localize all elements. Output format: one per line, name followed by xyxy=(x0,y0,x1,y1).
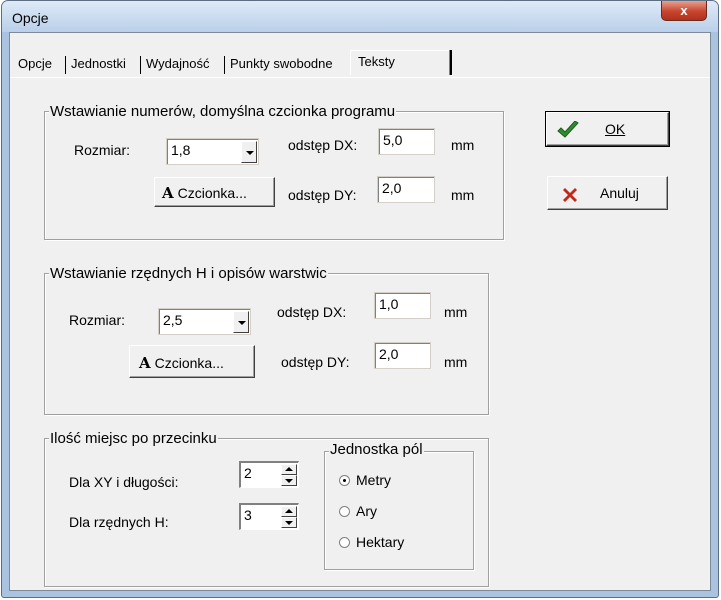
group-numbers: Wstawianie numerów, domyślna czcionka pr… xyxy=(44,103,504,240)
numbers-size-value: 1,8 xyxy=(171,142,191,158)
decimals-h-value: 3 xyxy=(244,507,252,523)
radio-ary[interactable]: Ary xyxy=(339,503,377,519)
tab-wydajnosc[interactable]: Wydajność xyxy=(142,53,213,75)
tab-opcje[interactable]: Opcje xyxy=(14,53,56,75)
cancel-button-label: Anuluj xyxy=(600,185,639,201)
radio-metry-label: Metry xyxy=(356,472,391,488)
close-icon: x xyxy=(680,3,688,18)
group-area-unit-legend: Jednostka pól xyxy=(329,441,424,458)
group-decimals: Ilość miejsc po przecinku Dla XY i długo… xyxy=(44,430,489,587)
radio-unchecked-icon[interactable] xyxy=(339,537,350,548)
group-elevations: Wstawianie rzędnych H i opisów warstwic … xyxy=(44,265,489,415)
numbers-font-button-label: Czcionka... xyxy=(177,185,247,201)
numbers-size-label: Rozmiar: xyxy=(74,142,131,158)
numbers-font-button[interactable]: A Czcionka... xyxy=(154,177,275,207)
group-elevations-legend: Wstawianie rzędnych H i opisów warstwic xyxy=(49,265,328,282)
decimals-xy-spinner[interactable]: 2 xyxy=(239,461,299,488)
numbers-dx-field[interactable]: 5,0 xyxy=(378,128,435,155)
close-button[interactable]: x xyxy=(661,1,707,21)
dialog-client-area: Opcje Jednostki Wydajność Punkty swobodn… xyxy=(9,32,711,591)
spinner-arrows xyxy=(281,464,297,486)
numbers-dy-label: odstęp DY: xyxy=(288,187,357,203)
elevations-font-button-label: Czcionka... xyxy=(154,355,224,371)
dialog-window: Opcje x Opcje Jednostki Wydajność Punkty… xyxy=(1,0,719,598)
decimals-xy-value: 2 xyxy=(244,465,252,481)
decimals-xy-label: Dla XY i długości: xyxy=(69,474,179,490)
spin-up-icon[interactable] xyxy=(281,506,297,517)
radio-hektary-label: Hektary xyxy=(356,534,405,550)
ok-button-label: OK xyxy=(605,121,626,137)
numbers-dx-label: odstęp DX: xyxy=(288,137,358,153)
cancel-button[interactable]: Anuluj xyxy=(547,176,668,210)
tab-page-border xyxy=(10,77,710,78)
elevations-dy-field[interactable]: 2,0 xyxy=(374,342,431,369)
radio-checked-icon[interactable] xyxy=(339,475,350,486)
x-icon xyxy=(563,188,577,202)
elevations-font-button[interactable]: A Czcionka... xyxy=(129,345,255,378)
spin-up-icon[interactable] xyxy=(281,464,297,475)
tab-separator xyxy=(224,56,225,74)
elevations-dy-label: odstęp DY: xyxy=(281,354,350,370)
ok-button[interactable]: OK xyxy=(545,111,670,147)
elevations-size-value: 2,5 xyxy=(163,312,183,328)
tab-punkty-swobodne[interactable]: Punkty swobodne xyxy=(226,53,337,75)
spinner-arrows xyxy=(281,506,297,528)
group-area-unit: Jednostka pól Metry Ary Hektary xyxy=(324,441,474,570)
tab-teksty[interactable]: Teksty xyxy=(354,51,399,73)
title-bar[interactable]: Opcje x xyxy=(2,1,718,32)
tab-active-edge xyxy=(350,50,351,75)
radio-unchecked-icon[interactable] xyxy=(339,506,350,517)
radio-ary-label: Ary xyxy=(356,503,377,519)
elevations-dx-unit: mm xyxy=(444,304,468,320)
tab-separator xyxy=(140,56,141,74)
elevations-dx-label: odstęp DX: xyxy=(277,304,347,320)
tab-jednostki[interactable]: Jednostki xyxy=(67,53,130,75)
decimals-h-label: Dla rzędnych H: xyxy=(69,514,169,530)
elevations-dx-field[interactable]: 1,0 xyxy=(374,292,431,319)
font-icon: A xyxy=(162,184,174,202)
font-icon: A xyxy=(139,354,151,372)
chevron-down-icon[interactable] xyxy=(241,141,257,163)
tab-separator xyxy=(65,56,66,74)
elevations-size-combo[interactable]: 2,5 xyxy=(158,308,251,335)
numbers-dy-field[interactable]: 2,0 xyxy=(377,176,435,203)
elevations-dy-unit: mm xyxy=(444,354,468,370)
chevron-down-icon[interactable] xyxy=(233,311,249,333)
numbers-size-combo[interactable]: 1,8 xyxy=(166,138,259,165)
radio-metry[interactable]: Metry xyxy=(339,472,391,488)
checkmark-icon xyxy=(557,121,579,138)
numbers-dy-unit: mm xyxy=(451,187,475,203)
spin-down-icon[interactable] xyxy=(281,517,297,528)
radio-hektary[interactable]: Hektary xyxy=(339,534,404,550)
spin-down-icon[interactable] xyxy=(281,475,297,486)
window-title: Opcje xyxy=(12,10,49,26)
group-numbers-legend: Wstawianie numerów, domyślna czcionka pr… xyxy=(49,103,397,120)
numbers-dx-unit: mm xyxy=(451,137,475,153)
group-decimals-legend: Ilość miejsc po przecinku xyxy=(49,430,218,447)
decimals-h-spinner[interactable]: 3 xyxy=(239,503,299,530)
tab-active-edge xyxy=(449,50,452,75)
elevations-size-label: Rozmiar: xyxy=(69,312,126,328)
